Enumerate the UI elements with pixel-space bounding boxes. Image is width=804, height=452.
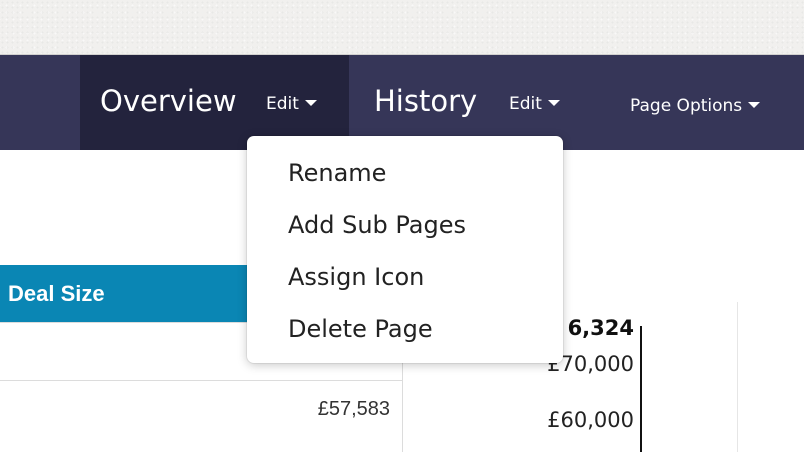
chart-y-axis [640, 326, 642, 452]
page-options-label: Page Options [630, 96, 743, 116]
row-divider [0, 380, 402, 381]
chart-max-value-label: 6,324 [565, 316, 634, 340]
menu-item-assign-icon[interactable]: Assign Icon [288, 262, 424, 292]
menu-item-add-sub-pages[interactable]: Add Sub Pages [288, 210, 466, 240]
caret-down-icon [748, 102, 761, 108]
browser-background [0, 0, 804, 55]
chart-gridline [737, 302, 738, 452]
caret-down-icon [547, 100, 560, 106]
history-edit-dropdown[interactable]: Edit [509, 93, 560, 115]
tab-overview-title[interactable]: Overview [100, 83, 237, 119]
menu-item-rename[interactable]: Rename [288, 158, 386, 188]
page-options-dropdown[interactable]: Page Options [630, 95, 761, 117]
overview-edit-dropdown[interactable]: Edit [266, 93, 317, 115]
tab-history-title[interactable]: History [374, 83, 477, 119]
edit-dropdown-menu: Rename Add Sub Pages Assign Icon Delete … [247, 136, 563, 363]
caret-down-icon [304, 100, 317, 106]
overview-edit-label: Edit [266, 94, 299, 114]
menu-item-delete-page[interactable]: Delete Page [288, 314, 433, 344]
history-edit-label: Edit [509, 94, 542, 114]
deal-size-column-header[interactable]: Deal Size [8, 281, 105, 307]
table-cell-deal-size: £57,583 [317, 398, 390, 420]
y-axis-tick-label: £60,000 [547, 408, 634, 432]
